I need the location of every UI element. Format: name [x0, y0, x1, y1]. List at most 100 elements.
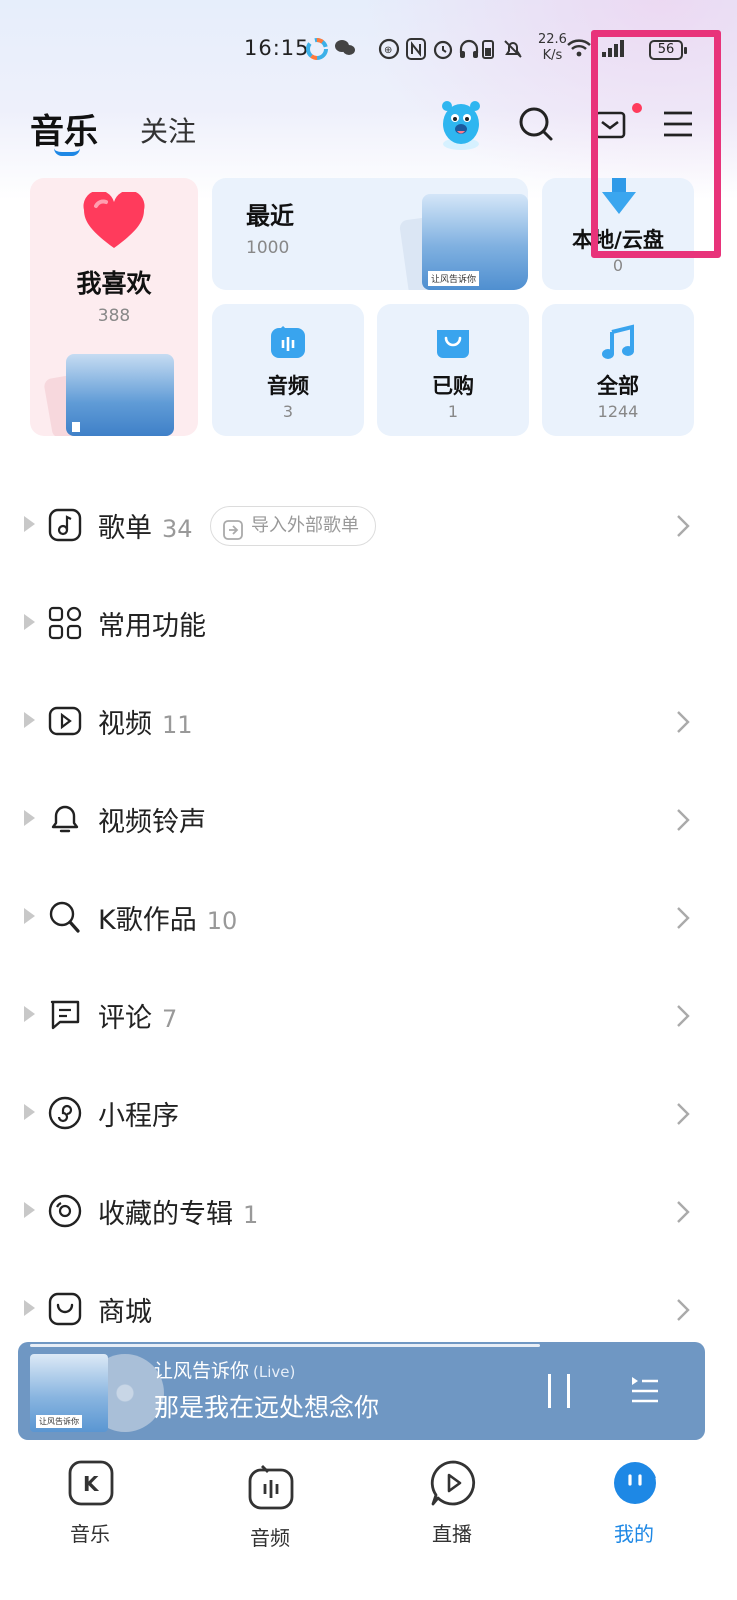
comment-icon [48, 998, 84, 1034]
expand-triangle-icon[interactable] [24, 1202, 35, 1218]
nav-music[interactable]: K 音乐 [30, 1460, 150, 1570]
chevron-right-icon [676, 906, 690, 934]
expand-triangle-icon[interactable] [24, 1006, 35, 1022]
chevron-right-icon [676, 1004, 690, 1032]
grid-icon [48, 606, 84, 642]
tab-follow[interactable]: 关注 [140, 110, 196, 150]
mute-bell-icon [502, 38, 524, 66]
current-lyric: 那是我在远处想念你 [154, 1393, 380, 1422]
audio-count: 3 [282, 402, 294, 421]
import-icon [223, 516, 243, 553]
video-icon [48, 704, 84, 740]
svg-text:K: K [83, 1472, 100, 1496]
nfc-icon [406, 38, 426, 66]
favorites-count: 388 [97, 306, 131, 326]
saved-albums-count: 1 [243, 1201, 259, 1229]
radio-icon [248, 1464, 294, 1510]
expand-triangle-icon[interactable] [24, 712, 35, 728]
pause-button[interactable] [548, 1374, 570, 1408]
nav-live-label: 直播 [432, 1522, 472, 1546]
bell-icon [48, 802, 84, 838]
earbud-battery-icon [481, 38, 495, 66]
list-item-playlists[interactable]: 歌单 34 导入外部歌单 [0, 486, 737, 566]
player-cover-caption: 让风告诉你 [36, 1415, 82, 1428]
local-cloud-count: 0 [612, 256, 624, 275]
recent-cover-caption: 让风告诉你 [428, 271, 480, 286]
favorites-cover [66, 354, 174, 436]
store-label: 商城 [98, 1297, 152, 1328]
nav-mine-label: 我的 [614, 1522, 654, 1546]
favorites-title: 我喜欢 [76, 269, 152, 298]
playlist-queue-icon[interactable] [628, 1374, 660, 1410]
favorites-card[interactable]: 我喜欢 388 [30, 178, 198, 436]
list-item-karaoke[interactable]: K歌作品 10 [0, 878, 737, 958]
list-item-saved-albums[interactable]: 收藏的专辑 1 [0, 1172, 737, 1252]
purchased-card[interactable]: 已购 1 [377, 304, 529, 436]
mini-programs-label: 小程序 [98, 1101, 179, 1132]
mine-icon [612, 1460, 658, 1506]
active-tab-indicator [54, 148, 80, 156]
recent-title: 最近 [246, 202, 294, 230]
karaoke-icon [48, 900, 84, 936]
play-bubble-icon [430, 1460, 476, 1506]
list-item-common-functions[interactable]: 常用功能 [0, 584, 737, 664]
all-songs-card[interactable]: 全部 1244 [542, 304, 694, 436]
svg-text:⊕: ⊕ [384, 45, 392, 56]
bag-icon [48, 1292, 84, 1328]
audio-card[interactable]: 音频 3 [212, 304, 364, 436]
wifi-icon [566, 38, 592, 64]
audio-icon [270, 324, 306, 360]
playlists-label: 歌单 [98, 513, 152, 544]
all-songs-count: 1244 [597, 402, 639, 421]
recent-card[interactable]: 最近 1000 让风告诉你 [212, 178, 528, 290]
playlists-count: 34 [162, 515, 193, 543]
note-icon [48, 508, 84, 544]
recent-cover: 让风告诉你 [422, 194, 528, 290]
player-cover[interactable]: 让风告诉你 [30, 1354, 108, 1432]
nav-audio[interactable]: 音频 [210, 1464, 330, 1574]
list-item-mini-programs[interactable]: 小程序 [0, 1074, 737, 1154]
comments-label: 评论 [98, 1003, 152, 1034]
expand-triangle-icon[interactable] [24, 908, 35, 924]
miniprogram-icon [48, 1096, 84, 1132]
mascot-icon[interactable] [436, 96, 486, 152]
expand-triangle-icon[interactable] [24, 516, 35, 532]
chevron-right-icon [676, 710, 690, 738]
tab-music[interactable]: 音乐 [30, 104, 98, 153]
nav-mine[interactable]: 我的 [574, 1460, 694, 1570]
playback-progress-bar[interactable] [30, 1344, 540, 1347]
nav-live[interactable]: 直播 [392, 1460, 512, 1570]
chevron-right-icon [676, 1102, 690, 1130]
headphones-icon [458, 38, 480, 66]
list-item-video-ringtones[interactable]: 视频铃声 [0, 780, 737, 860]
recent-count: 1000 [246, 238, 290, 258]
karaoke-count: 10 [206, 907, 238, 935]
music-note-icon [600, 324, 636, 360]
expand-triangle-icon[interactable] [24, 1300, 35, 1316]
wechat-icon [334, 38, 356, 64]
list-item-comments[interactable]: 评论 7 [0, 976, 737, 1056]
chevron-right-icon [676, 1200, 690, 1228]
audio-title: 音频 [267, 374, 309, 398]
song-tag: (Live) [253, 1363, 296, 1381]
expand-triangle-icon[interactable] [24, 810, 35, 826]
expand-triangle-icon[interactable] [24, 1104, 35, 1120]
saved-albums-label: 收藏的专辑 [98, 1199, 233, 1230]
chevron-right-icon [676, 514, 690, 542]
all-songs-title: 全部 [597, 374, 639, 398]
comments-count: 7 [162, 1005, 178, 1033]
nfc-alt-icon: ⊕ [378, 38, 400, 66]
mini-player[interactable]: 让风告诉你 让风告诉你 (Live) 那是我在远处想念你 [18, 1342, 705, 1440]
status-time: 16:15 [244, 36, 310, 60]
highlight-annotation [591, 30, 721, 258]
heart-icon [82, 190, 146, 254]
expand-triangle-icon[interactable] [24, 614, 35, 630]
search-icon[interactable] [512, 100, 560, 148]
list-item-videos[interactable]: 视频 11 [0, 682, 737, 762]
video-ringtones-label: 视频铃声 [98, 807, 206, 838]
alarm-icon [432, 38, 454, 66]
album-icon [48, 1194, 84, 1230]
net-speed: 22.6 K/s [538, 32, 567, 63]
import-playlist-button[interactable]: 导入外部歌单 [210, 506, 376, 546]
list-item-store[interactable]: 商城 [0, 1270, 737, 1350]
